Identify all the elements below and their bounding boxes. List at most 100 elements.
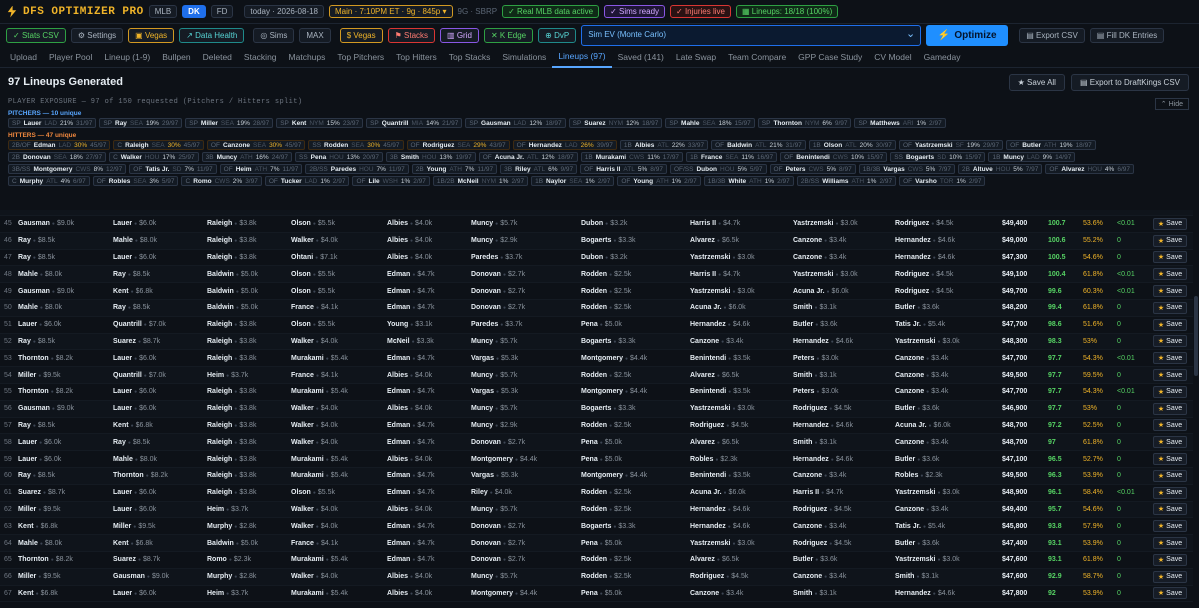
player-cell[interactable]: Baldwin ● $5.0k: [207, 288, 258, 295]
player-cell[interactable]: Dubon ● $3.2k: [581, 254, 627, 261]
player-cell[interactable]: Quantrill ● $7.0k: [113, 321, 166, 328]
player-cell[interactable]: Alvarez ● $6.5k: [690, 237, 739, 244]
player-cell[interactable]: Romo ● $2.3k: [207, 556, 251, 563]
player-cell[interactable]: Butler ● $3.6k: [895, 405, 939, 412]
player-cell[interactable]: Olson ● $5.5k: [291, 489, 335, 496]
save-lineup-button[interactable]: ★ Save: [1153, 385, 1187, 398]
player-cell[interactable]: Olson ● $5.5k: [291, 321, 335, 328]
player-cell[interactable]: Muncy ● $5.7k: [471, 573, 517, 580]
player-cell[interactable]: Suarez ● $8.7k: [113, 556, 160, 563]
exposure-chip[interactable]: OF Peters CWS 5% 8/97: [769, 164, 856, 174]
player-cell[interactable]: Hernandez ● $4.6k: [690, 321, 750, 328]
player-cell[interactable]: Hernandez ● $4.6k: [793, 456, 853, 463]
player-cell[interactable]: Murakami ● $5.4k: [291, 456, 348, 463]
sim-mode-select[interactable]: Sim EV (Monte Carlo): [581, 24, 922, 46]
player-cell[interactable]: Rodriguez ● $4.5k: [895, 220, 953, 227]
player-cell[interactable]: Rodriguez ● $4.5k: [690, 422, 748, 429]
player-cell[interactable]: Albies ● $4.0k: [387, 254, 432, 261]
player-cell[interactable]: Vargas ● $5.3k: [471, 355, 518, 362]
player-cell[interactable]: Lauer ● $6.0k: [113, 489, 156, 496]
player-cell[interactable]: Hernandez ● $4.6k: [690, 523, 750, 530]
player-cell[interactable]: Edman ● $4.7k: [387, 472, 435, 479]
player-cell[interactable]: Paredes ● $3.7k: [471, 321, 522, 328]
exposure-chip[interactable]: 1B Olson ATL 20% 30/97: [808, 140, 896, 150]
player-cell[interactable]: France ● $4.1k: [291, 304, 338, 311]
tab-player-pool[interactable]: Player Pool: [43, 48, 98, 67]
player-cell[interactable]: Raleigh ● $3.8k: [207, 422, 256, 429]
player-cell[interactable]: Lauer ● $6.0k: [18, 439, 61, 446]
player-cell[interactable]: Albies ● $4.0k: [387, 237, 432, 244]
save-lineup-button[interactable]: ★ Save: [1153, 268, 1187, 281]
player-cell[interactable]: Canzone ● $3.4k: [793, 573, 846, 580]
player-cell[interactable]: Walker ● $4.0k: [291, 439, 338, 446]
exposure-chip[interactable]: SP Quantrill MIA 14% 21/97: [366, 118, 463, 128]
player-cell[interactable]: Benintendi ● $3.5k: [690, 355, 750, 362]
player-cell[interactable]: Bogaerts ● $3.3k: [581, 405, 636, 412]
player-cell[interactable]: Mahle ● $8.0k: [18, 271, 62, 278]
player-cell[interactable]: Harris II ● $4.7k: [690, 271, 740, 278]
player-cell[interactable]: Canzone ● $3.4k: [895, 355, 948, 362]
player-cell[interactable]: Canzone ● $3.4k: [793, 523, 846, 530]
max-button[interactable]: MAX: [299, 27, 331, 43]
player-cell[interactable]: Dubon ● $3.2k: [581, 220, 627, 227]
exposure-chip[interactable]: OF Alvarez HOU 4% 6/97: [1045, 164, 1134, 174]
player-cell[interactable]: Canzone ● $3.4k: [895, 372, 948, 379]
player-cell[interactable]: Paredes ● $3.7k: [471, 254, 522, 261]
player-cell[interactable]: Olson ● $5.5k: [291, 271, 335, 278]
save-lineup-button[interactable]: ★ Save: [1153, 402, 1187, 415]
player-cell[interactable]: Hernandez ● $4.6k: [793, 422, 853, 429]
player-cell[interactable]: Hernandez ● $4.6k: [793, 338, 853, 345]
site-dk[interactable]: DK: [182, 5, 206, 18]
player-cell[interactable]: Raleigh ● $3.8k: [207, 456, 256, 463]
save-lineup-button[interactable]: ★ Save: [1153, 251, 1187, 264]
player-cell[interactable]: Murakami ● $5.4k: [291, 355, 348, 362]
player-cell[interactable]: Baldwin ● $5.0k: [207, 271, 258, 278]
player-cell[interactable]: Smith ● $3.1k: [895, 573, 939, 580]
exposure-chip[interactable]: OF Tatis Jr. SD 7% 11/97: [129, 164, 217, 174]
player-cell[interactable]: Canzone ● $3.4k: [895, 439, 948, 446]
slate-select[interactable]: Main · 7:10PM ET · 9g · 845p ▾: [329, 5, 453, 18]
player-cell[interactable]: Raleigh ● $3.8k: [207, 220, 256, 227]
player-cell[interactable]: Acuna Jr. ● $6.0k: [895, 422, 951, 429]
player-cell[interactable]: Pena ● $5.0k: [581, 540, 622, 547]
player-cell[interactable]: Harris II ● $4.7k: [793, 489, 843, 496]
exposure-chip[interactable]: SP Ray SEA 19% 29/97: [99, 118, 183, 128]
exposure-chip[interactable]: 1B/2B McNeil NYM 1% 2/97: [432, 176, 529, 186]
player-cell[interactable]: Edman ● $4.7k: [387, 489, 435, 496]
player-cell[interactable]: Gausman ● $9.0k: [18, 220, 74, 227]
player-cell[interactable]: Miller ● $9.5k: [18, 506, 60, 513]
player-cell[interactable]: Heim ● $3.7k: [207, 590, 248, 597]
player-cell[interactable]: Young ● $3.1k: [387, 321, 432, 328]
player-cell[interactable]: Muncy ● $5.7k: [471, 405, 517, 412]
player-cell[interactable]: Muncy ● $2.9k: [471, 422, 517, 429]
sport-mlb[interactable]: MLB: [148, 5, 178, 18]
player-cell[interactable]: Thornton ● $8.2k: [18, 388, 73, 395]
fill-dk-button[interactable]: ▤ Fill DK Entries: [1089, 27, 1165, 43]
save-lineup-button[interactable]: ★ Save: [1153, 587, 1187, 600]
exposure-chip[interactable]: OF Lile WSH 1% 2/97: [352, 176, 430, 186]
player-cell[interactable]: Rodden ● $2.5k: [581, 304, 631, 311]
player-cell[interactable]: Rodden ● $2.5k: [581, 489, 631, 496]
player-cell[interactable]: Olson ● $5.5k: [291, 220, 335, 227]
player-cell[interactable]: Albies ● $4.0k: [387, 590, 432, 597]
player-cell[interactable]: Yastrzemski ● $3.0k: [895, 556, 960, 563]
exposure-chip[interactable]: OF Baldwin ATL 21% 31/97: [711, 140, 806, 150]
tab-upload[interactable]: Upload: [4, 48, 43, 67]
player-cell[interactable]: Canzone ● $3.4k: [690, 338, 743, 345]
save-lineup-button[interactable]: ★ Save: [1153, 436, 1187, 449]
save-lineup-button[interactable]: ★ Save: [1153, 234, 1187, 247]
player-cell[interactable]: Yastrzemski ● $3.0k: [690, 405, 755, 412]
player-cell[interactable]: Edman ● $4.7k: [387, 556, 435, 563]
player-cell[interactable]: Lauer ● $6.0k: [113, 506, 156, 513]
player-cell[interactable]: Rodriguez ● $4.5k: [793, 405, 851, 412]
exposure-chip[interactable]: 2B Young ATH 7% 11/97: [411, 164, 498, 174]
exposure-chip[interactable]: 2B/OF Edman LAD 30% 45/97: [8, 140, 111, 150]
exposure-chip[interactable]: OF Young ATH 1% 2/97: [617, 176, 701, 186]
player-cell[interactable]: Quantrill ● $7.0k: [113, 372, 166, 379]
player-cell[interactable]: Mahle ● $8.0k: [113, 456, 157, 463]
settings-button[interactable]: ⚙ Settings: [70, 27, 124, 43]
data-health-button[interactable]: ↗ Data Health: [179, 27, 245, 43]
player-cell[interactable]: Raleigh ● $3.8k: [207, 439, 256, 446]
player-cell[interactable]: Raleigh ● $3.8k: [207, 489, 256, 496]
player-cell[interactable]: Lauer ● $6.0k: [113, 405, 156, 412]
